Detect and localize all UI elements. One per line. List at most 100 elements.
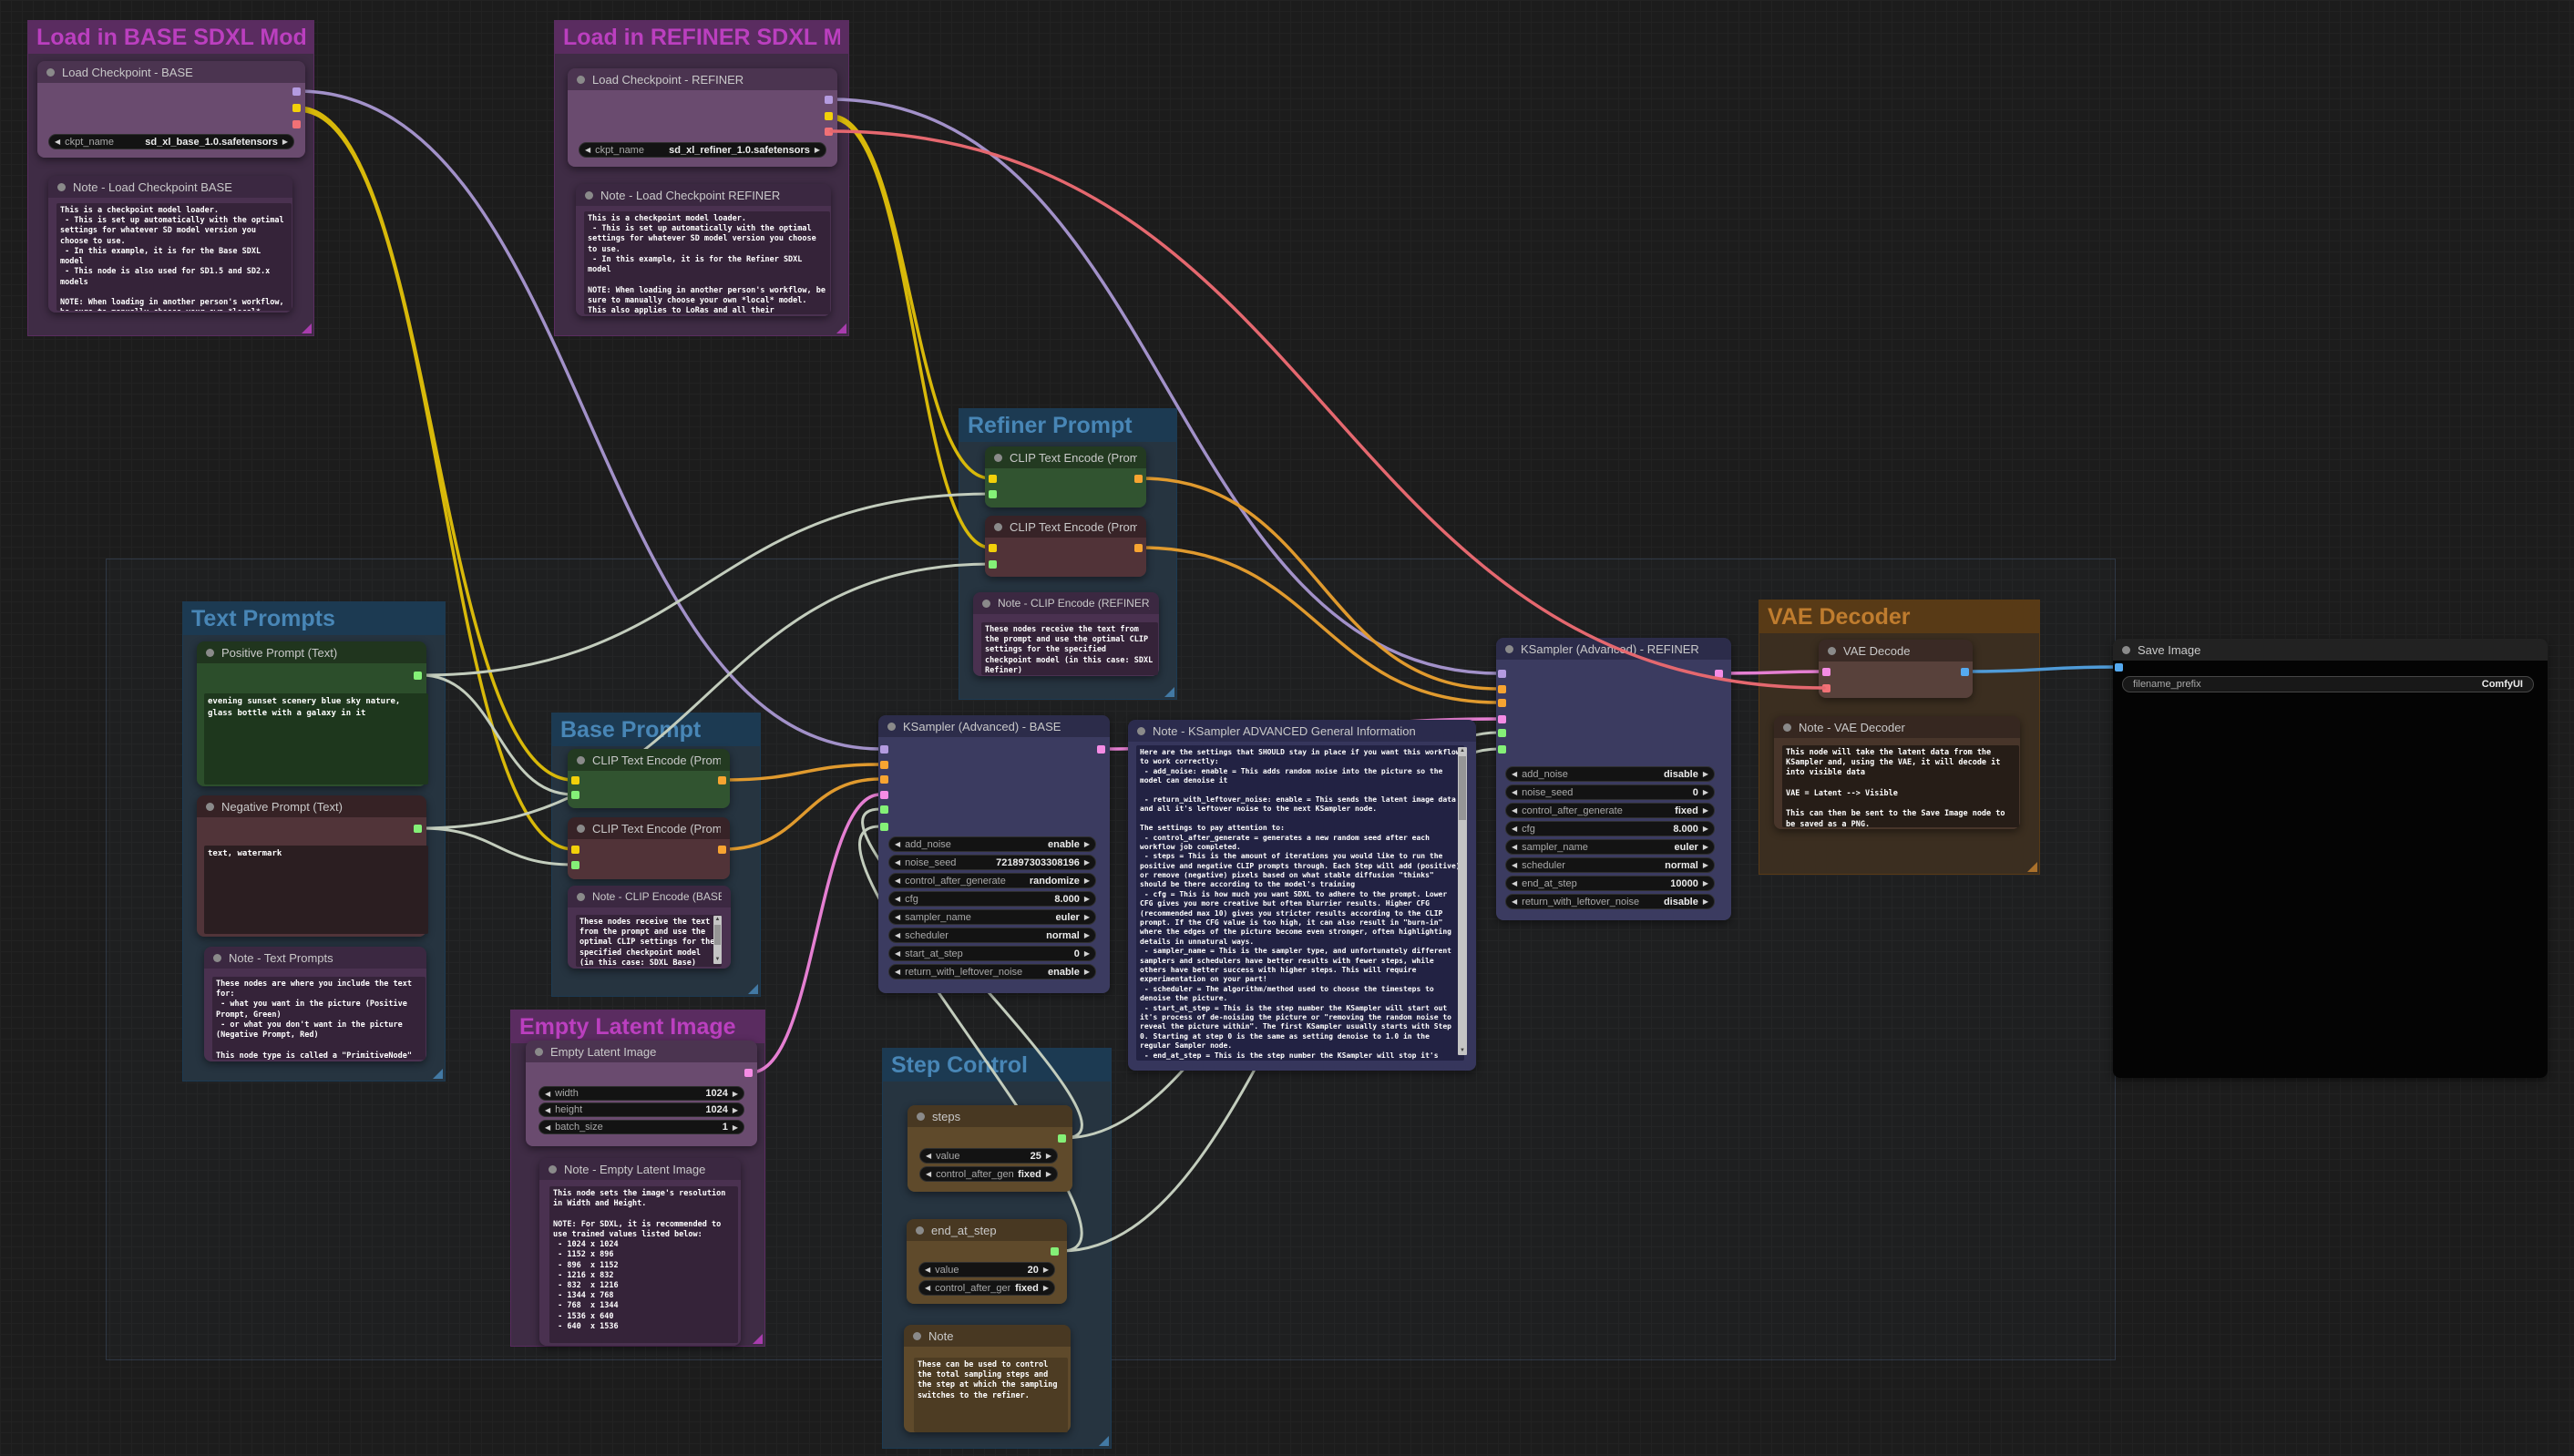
widget-right-arrow-icon[interactable]: ▶ (1703, 766, 1708, 782)
widget-left-arrow-icon[interactable]: ◀ (925, 1280, 930, 1296)
widget-right-arrow-icon[interactable]: ▶ (1084, 855, 1090, 870)
node-save-image[interactable]: Save Image filename_prefix ComfyUI (2113, 639, 2548, 1078)
node-ksampler-advanced-base[interactable]: KSampler (Advanced) - BASE ◀add_noiseena… (878, 715, 1110, 993)
node-note-vae-decoder[interactable]: Note - VAE Decoder This node will take t… (1774, 716, 2020, 829)
note-text[interactable]: These can be used to control the total s… (914, 1358, 1068, 1432)
widget-right-arrow-icon[interactable]: ▶ (1703, 784, 1708, 800)
widget-height[interactable]: ◀height1024▶ (538, 1102, 744, 1117)
group-title-bar[interactable]: Base Prompt (552, 713, 760, 746)
widget-add-noise[interactable]: ◀add_noisedisable▶ (1505, 766, 1715, 782)
output-slot-text[interactable] (414, 825, 422, 833)
input-slot-clip[interactable] (989, 544, 997, 552)
node-header[interactable]: Note - Load Checkpoint REFINER (576, 184, 831, 206)
widget-right-arrow-icon[interactable]: ▶ (1703, 839, 1708, 855)
group-title-bar[interactable]: Refiner Prompt (959, 409, 1176, 442)
output-slot-model[interactable] (825, 96, 833, 104)
widget-left-arrow-icon[interactable]: ◀ (895, 928, 900, 943)
widget-right-arrow-icon[interactable]: ▶ (1046, 1148, 1051, 1164)
node-ksampler-advanced-refiner[interactable]: KSampler (Advanced) - REFINER ◀add_noise… (1496, 638, 1731, 920)
widget-left-arrow-icon[interactable]: ◀ (585, 142, 590, 158)
scroll-up-icon[interactable]: ▲ (1458, 747, 1467, 755)
widget-left-arrow-icon[interactable]: ◀ (1512, 894, 1517, 909)
input-slot-end-at-step[interactable] (880, 823, 888, 831)
note-text[interactable]: This is a checkpoint model loader. - Thi… (584, 211, 830, 314)
widget-left-arrow-icon[interactable]: ◀ (926, 1148, 931, 1164)
widget-return-with-leftover-noise[interactable]: ◀return_with_leftover_noisedisable▶ (1505, 894, 1715, 909)
node-steps-primitive[interactable]: steps ◀value25▶ ◀control_after_generatef… (908, 1105, 1072, 1192)
widget-right-arrow-icon[interactable]: ▶ (1703, 876, 1708, 891)
output-slot-conditioning[interactable] (1134, 544, 1143, 552)
node-header[interactable]: CLIP Text Encode (Prompt) (985, 446, 1146, 468)
widget-control-after-generate[interactable]: ◀control_after_generaterandomize▶ (888, 873, 1096, 888)
input-slot-negative[interactable] (880, 775, 888, 784)
node-clip-encode-base-positive[interactable]: CLIP Text Encode (Prompt) (568, 749, 730, 808)
node-header[interactable]: CLIP Text Encode (Prompt) (568, 749, 730, 771)
note-scrollbar[interactable]: ▲ ▼ (1458, 747, 1467, 1055)
input-slot-steps[interactable] (1498, 729, 1506, 737)
node-header[interactable]: CLIP Text Encode (Prompt) (985, 516, 1146, 538)
widget-left-arrow-icon[interactable]: ◀ (926, 1166, 931, 1182)
node-empty-latent-image[interactable]: Empty Latent Image ◀width1024▶ ◀height10… (526, 1041, 757, 1146)
widget-right-arrow-icon[interactable]: ▶ (282, 134, 288, 149)
node-clip-encode-refiner-negative[interactable]: CLIP Text Encode (Prompt) (985, 516, 1146, 577)
note-scrollbar[interactable]: ▲ ▼ (713, 916, 722, 964)
widget-ckpt-name[interactable]: ◀ ckpt_name sd_xl_base_1.0.safetensors ▶ (48, 134, 294, 149)
output-slot-latent[interactable] (1715, 670, 1723, 678)
widget-filename-prefix[interactable]: filename_prefix ComfyUI (2122, 676, 2534, 692)
widget-right-arrow-icon[interactable]: ▶ (1703, 821, 1708, 836)
note-text[interactable]: This node sets the image's resolution in… (549, 1186, 738, 1343)
widget-left-arrow-icon[interactable]: ◀ (545, 1086, 550, 1102)
input-slot-text[interactable] (571, 861, 579, 869)
node-note-empty-latent[interactable]: Note - Empty Latent Image This node sets… (539, 1158, 741, 1346)
node-header[interactable]: Empty Latent Image (526, 1041, 757, 1062)
input-slot-text[interactable] (989, 560, 997, 569)
note-text[interactable]: Here are the settings that SHOULD stay i… (1136, 745, 1464, 1061)
node-note-clip-encode-base[interactable]: Note - CLIP Encode (BASE) These nodes re… (568, 886, 731, 969)
input-slot-latent-image[interactable] (880, 791, 888, 799)
widget-left-arrow-icon[interactable]: ◀ (895, 964, 900, 979)
note-text[interactable]: This node will take the latent data from… (1782, 745, 2019, 827)
node-negative-prompt[interactable]: Negative Prompt (Text) text, watermark (197, 795, 426, 937)
output-slot-conditioning[interactable] (1134, 475, 1143, 483)
group-title-bar[interactable]: VAE Decoder (1759, 600, 2039, 633)
widget-value[interactable]: ◀value25▶ (919, 1148, 1058, 1164)
widget-left-arrow-icon[interactable]: ◀ (1512, 803, 1517, 818)
node-header[interactable]: Note - KSampler ADVANCED General Informa… (1128, 720, 1476, 742)
widget-right-arrow-icon[interactable]: ▶ (1084, 836, 1090, 852)
widget-left-arrow-icon[interactable]: ◀ (895, 836, 900, 852)
output-slot-conditioning[interactable] (718, 846, 726, 854)
widget-end-at-step[interactable]: ◀end_at_step10000▶ (1505, 876, 1715, 891)
node-note-step-control[interactable]: Note These can be used to control the to… (904, 1325, 1071, 1432)
widget-left-arrow-icon[interactable]: ◀ (545, 1102, 550, 1118)
output-slot-model[interactable] (292, 87, 301, 96)
node-load-checkpoint-base[interactable]: Load Checkpoint - BASE ◀ ckpt_name sd_xl… (37, 61, 305, 158)
widget-right-arrow-icon[interactable]: ▶ (1043, 1262, 1049, 1277)
input-slot-images[interactable] (2115, 663, 2123, 672)
output-slot-clip[interactable] (825, 112, 833, 120)
prompt-textarea[interactable]: text, watermark (204, 846, 428, 934)
input-slot-samples[interactable] (1822, 668, 1831, 676)
widget-control-after-generate[interactable]: ◀control_after_generatefixed▶ (919, 1166, 1058, 1182)
output-slot-int[interactable] (1058, 1134, 1066, 1143)
widget-ckpt-name[interactable]: ◀ ckpt_name sd_xl_refiner_1.0.safetensor… (579, 142, 826, 158)
node-vae-decode[interactable]: VAE Decode (1819, 640, 1973, 698)
input-slot-text[interactable] (571, 791, 579, 799)
output-slot-image[interactable] (1961, 668, 1969, 676)
note-text[interactable]: These nodes are where you include the te… (212, 977, 426, 1060)
node-header[interactable]: Load Checkpoint - BASE (37, 61, 305, 83)
widget-left-arrow-icon[interactable]: ◀ (545, 1120, 550, 1135)
prompt-textarea[interactable]: evening sunset scenery blue sky nature, … (204, 693, 428, 784)
widget-right-arrow-icon[interactable]: ▶ (1046, 1166, 1051, 1182)
input-slot-negative[interactable] (1498, 699, 1506, 707)
node-clip-encode-refiner-positive[interactable]: CLIP Text Encode (Prompt) (985, 446, 1146, 508)
node-note-load-checkpoint-base[interactable]: Note - Load Checkpoint BASE This is a ch… (48, 176, 292, 313)
widget-right-arrow-icon[interactable]: ▶ (1084, 873, 1090, 888)
input-slot-positive[interactable] (880, 761, 888, 769)
widget-sampler-name[interactable]: ◀sampler_nameeuler▶ (888, 909, 1096, 925)
widget-left-arrow-icon[interactable]: ◀ (55, 134, 60, 149)
widget-right-arrow-icon[interactable]: ▶ (815, 142, 820, 158)
node-note-text-prompts[interactable]: Note - Text Prompts These nodes are wher… (204, 947, 426, 1061)
node-header[interactable]: steps (908, 1105, 1072, 1127)
node-load-checkpoint-refiner[interactable]: Load Checkpoint - REFINER ◀ ckpt_name sd… (568, 68, 837, 167)
output-slot-vae[interactable] (292, 120, 301, 128)
